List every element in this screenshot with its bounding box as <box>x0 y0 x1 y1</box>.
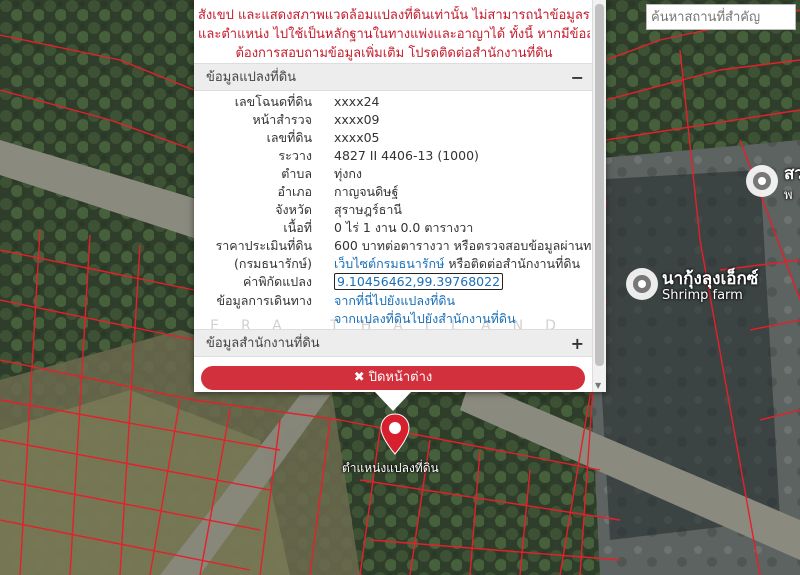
scrollbar-thumb[interactable] <box>595 4 604 366</box>
row-value: กาญจนดิษฐ์ <box>334 184 399 199</box>
row-label: เลขโฉนดที่ดิน <box>234 94 312 109</box>
coordinates-link[interactable]: 9.10456462,99.39768022 <box>334 273 504 290</box>
expand-icon[interactable]: + <box>571 330 584 358</box>
info-row-travel-info-2: จากแปลงที่ดินไปยังสำนักงานที่ดิน <box>194 310 592 328</box>
row-value: เว็บไซต์กรมธนารักษ์ หรือติดต่อสำนักงานที… <box>334 255 580 273</box>
row-value: 600 บาทต่อตารางวา หรือตรวจสอบข้อมูลผ่านท… <box>334 238 605 253</box>
row-value: xxxx05 <box>334 130 380 145</box>
row-label: หน้าสำรวจ <box>252 112 312 127</box>
row-label: เลขที่ดิน <box>266 130 312 145</box>
close-window-button[interactable]: ✖ ปิดหน้าต่าง <box>201 366 585 390</box>
row-label: จังหวัด <box>275 202 312 217</box>
info-row-deed-number: เลขโฉนดที่ดิน xxxx24 <box>194 93 592 111</box>
row-value: 9.10456462,99.39768022 <box>334 273 504 291</box>
directions-to-land-office-link[interactable]: จากแปลงที่ดินไปยังสำนักงานที่ดิน <box>334 310 516 328</box>
info-row-treasury-dept: (กรมธนารักษ์) เว็บไซต์กรมธนารักษ์ หรือติ… <box>194 255 592 273</box>
row-label: (กรมธนารักษ์) <box>234 256 312 271</box>
collapse-icon[interactable]: − <box>571 64 584 92</box>
row-value: xxxx24 <box>334 94 380 109</box>
info-row-travel-info: ข้อมูลการเดินทาง จากที่นี่ไปยังแปลงที่ดิ… <box>194 292 592 310</box>
place-sublabel: พ <box>784 188 793 203</box>
info-row-map-sheet: ระวาง 4827 II 4406-13 (1000) <box>194 147 592 165</box>
info-row-appraisal-price: ราคาประเมินที่ดิน 600 บาทต่อตารางวา หรือ… <box>194 237 605 255</box>
directions-to-parcel-link[interactable]: จากที่นี่ไปยังแปลงที่ดิน <box>334 292 455 310</box>
section-header-land-office[interactable]: ข้อมูลสำนักงานที่ดิน + <box>194 329 592 357</box>
info-row-subdistrict: ตำบล ทุ่งกง <box>194 165 592 183</box>
row-label: ราคาประเมินที่ดิน <box>215 238 312 253</box>
info-row-area: เนื้อที่ 0 ไร่ 1 งาน 0.0 ตารางวา <box>194 219 592 237</box>
parcel-info-table: เลขโฉนดที่ดิน xxxx24 หน้าสำรวจ xxxx09 เล… <box>194 93 605 328</box>
place-marker-icon[interactable] <box>744 163 780 199</box>
section-title: ข้อมูลแปลงที่ดิน <box>206 70 297 85</box>
landmark-search-input[interactable] <box>646 4 796 30</box>
parcel-location-label: ตำแหน่งแปลงที่ดิน <box>342 461 439 475</box>
disclaimer-line: ต้องการสอบถามข้อมูลเพิ่มเติม โปรดติดต่อส… <box>235 46 553 61</box>
disclaimer-notice: สังเขป และแสดงสภาพแวดล้อมแปลงที่ดินเท่าน… <box>198 6 590 63</box>
shrimp-farm-sublabel: Shrimp farm <box>662 288 743 303</box>
disclaimer-line: สังเขป และแสดงสภาพแวดล้อมแปลงที่ดินเท่าน… <box>198 8 590 23</box>
popup-pointer <box>374 391 412 411</box>
disclaimer-line: และตำแหน่ง ไปใช้เป็นหลักฐานในทางแพ่งและอ… <box>198 27 590 42</box>
row-value: 4827 II 4406-13 (1000) <box>334 148 479 163</box>
place-label: สว <box>784 164 800 184</box>
info-row-district: อำเภอ กาญจนดิษฐ์ <box>194 183 592 201</box>
treasury-website-link[interactable]: เว็บไซต์กรมธนารักษ์ <box>334 256 444 271</box>
parcel-location-pin-icon[interactable] <box>379 412 411 456</box>
row-label: ตำบล <box>281 166 312 181</box>
info-row-coordinates: ค่าพิกัดแปลง 9.10456462,99.39768022 <box>194 273 592 292</box>
info-row-survey-page: หน้าสำรวจ xxxx09 <box>194 111 592 129</box>
row-label: ระวาง <box>278 148 312 163</box>
info-row-province: จังหวัด สุราษฎร์ธานี <box>194 201 592 219</box>
info-row-land-number: เลขที่ดิน xxxx05 <box>194 129 592 147</box>
section-title: ข้อมูลสำนักงานที่ดิน <box>206 336 320 351</box>
parcel-info-popup: สังเขป และแสดงสภาพแวดล้อมแปลงที่ดินเท่าน… <box>194 0 606 392</box>
popup-scrollbar[interactable]: ▼ <box>592 0 606 392</box>
shrimp-farm-marker-icon[interactable] <box>624 266 660 302</box>
row-label: อำเภอ <box>277 184 312 199</box>
section-header-parcel-info[interactable]: ข้อมูลแปลงที่ดิน − <box>194 63 592 91</box>
row-value: 0 ไร่ 1 งาน 0.0 ตารางวา <box>334 220 474 235</box>
row-value-rest: หรือติดต่อสำนักงานที่ดิน <box>444 256 580 271</box>
row-value: xxxx09 <box>334 112 380 127</box>
row-value: สุราษฎร์ธานี <box>334 202 402 217</box>
row-label: ข้อมูลการเดินทาง <box>216 293 312 308</box>
scroll-down-arrow-icon[interactable]: ▼ <box>595 381 601 390</box>
row-label: เนื้อที่ <box>283 220 312 235</box>
row-label: ค่าพิกัดแปลง <box>242 274 312 289</box>
row-value: ทุ่งกง <box>334 166 363 181</box>
